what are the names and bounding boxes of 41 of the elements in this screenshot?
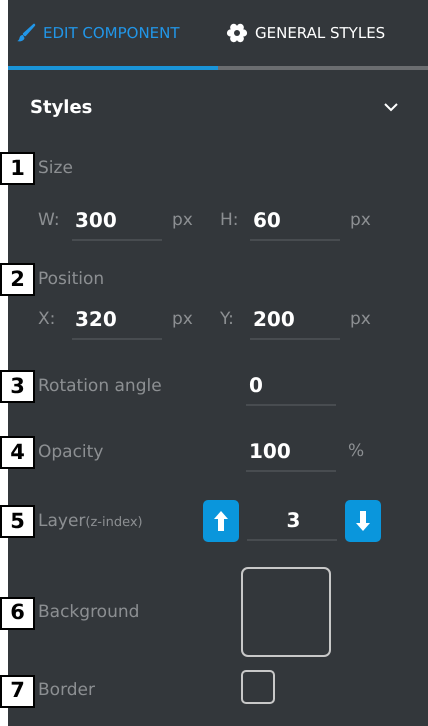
field-prefix: W:	[38, 209, 61, 232]
field-label: Rotation angle	[38, 374, 162, 398]
field-label: Border	[38, 679, 95, 702]
number-marker: 6	[0, 596, 35, 630]
input-field[interactable]: 100	[246, 432, 336, 472]
field-prefix: X:	[38, 308, 56, 332]
unit-label: px	[172, 209, 194, 232]
move-up-button[interactable]	[203, 500, 239, 542]
section-title: Styles	[30, 96, 92, 120]
arrow-up-icon	[213, 510, 229, 532]
arrow-down-icon	[355, 510, 371, 532]
checkbox[interactable]	[241, 670, 275, 704]
number-marker: 4	[0, 436, 35, 469]
unit-label: px	[172, 308, 194, 332]
collapse-toggle[interactable]	[384, 102, 398, 112]
field-label: Layer(z-index)	[38, 510, 143, 533]
unit-label: px	[350, 209, 372, 232]
input-field[interactable]: 200	[250, 300, 340, 340]
color-swatch[interactable]	[241, 567, 331, 657]
brush-icon	[16, 23, 36, 43]
field-prefix: H:	[220, 209, 240, 232]
unit-label: %	[348, 440, 364, 464]
input-field[interactable]: 300	[72, 201, 162, 241]
tab[interactable]: GENERAL STYLES	[218, 0, 386, 70]
number-marker: 2	[0, 263, 35, 296]
field-label: Background	[38, 601, 140, 624]
field-label: Size	[38, 156, 73, 180]
tab[interactable]: EDIT COMPONENT	[8, 0, 218, 70]
field-label: Opacity	[38, 440, 104, 464]
number-marker: 7	[0, 674, 35, 708]
input-field[interactable]: 3	[247, 501, 337, 541]
input-field[interactable]: 60	[250, 201, 340, 241]
field-prefix: Y:	[220, 308, 235, 332]
field-label: Position	[38, 268, 104, 291]
number-marker: 1	[0, 152, 35, 185]
input-field[interactable]: 320	[72, 300, 162, 340]
move-down-button[interactable]	[345, 500, 381, 542]
number-marker: 5	[0, 505, 35, 538]
unit-label: px	[350, 308, 372, 332]
number-marker: 3	[0, 370, 35, 403]
input-field[interactable]: 0	[246, 366, 336, 406]
